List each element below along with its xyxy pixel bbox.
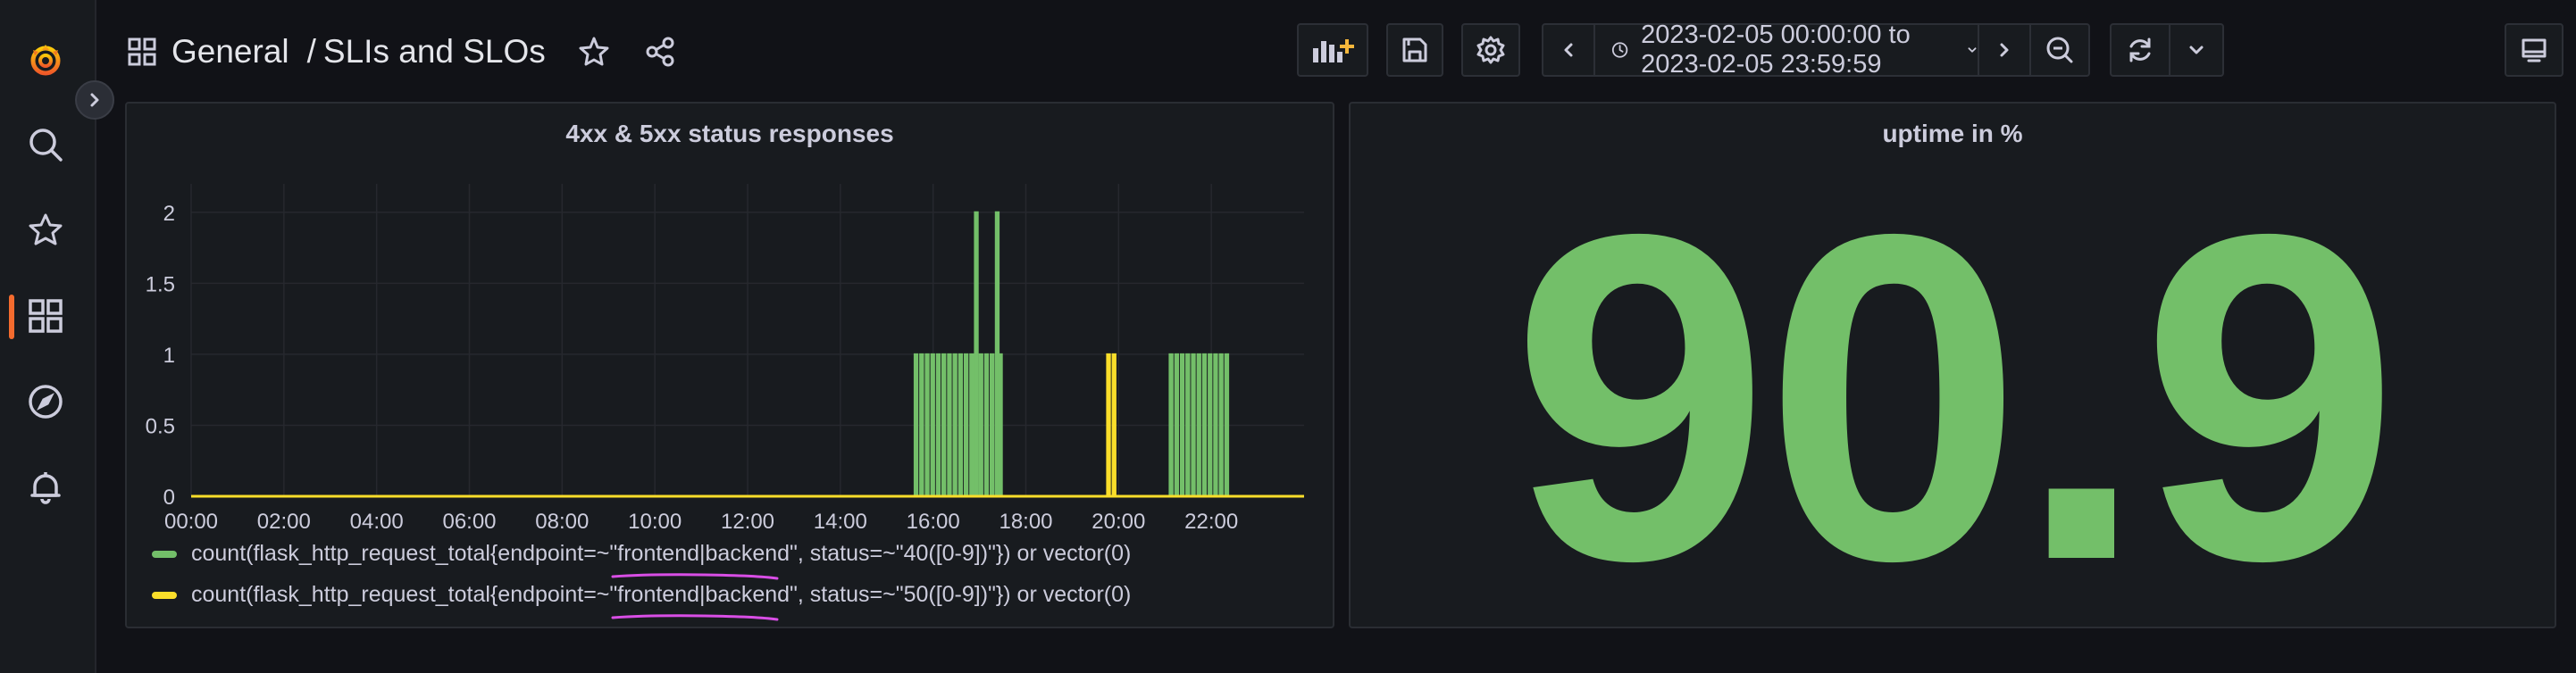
dashboard-settings-button[interactable] xyxy=(1461,23,1520,77)
y-tick-label: 0 xyxy=(163,486,175,510)
x-tick-label: 10:00 xyxy=(628,510,682,534)
y-tick-label: 1 xyxy=(163,344,175,368)
save-dashboard-button[interactable] xyxy=(1386,23,1443,77)
legend-label: count(flask_http_request_total{endpoint=… xyxy=(191,582,1132,607)
expand-menu-button[interactable] xyxy=(75,80,114,120)
legend-item-5xx[interactable]: count(flask_http_request_total{endpoint=… xyxy=(152,582,1131,608)
clock-icon xyxy=(1611,42,1628,58)
folder-link[interactable]: General xyxy=(171,33,289,71)
refresh-icon xyxy=(2129,37,2151,62)
chevron-down-icon xyxy=(2189,46,2204,54)
y-tick-label: 2 xyxy=(163,202,175,226)
x-tick-label: 20:00 xyxy=(1091,510,1145,534)
monitor-icon xyxy=(2522,38,2547,62)
legend-swatch-yellow xyxy=(152,591,177,599)
x-tick-label: 02:00 xyxy=(257,510,311,534)
cycle-view-mode-button[interactable] xyxy=(2505,23,2563,77)
x-tick-label: 04:00 xyxy=(350,510,404,534)
zoom-out-button[interactable] xyxy=(2029,23,2090,77)
x-tick-label: 12:00 xyxy=(721,510,774,534)
x-tick-label: 06:00 xyxy=(442,510,496,534)
zoom-out-icon xyxy=(2046,37,2073,63)
x-tick-label: 16:00 xyxy=(907,510,960,534)
stat-value: 90.9 xyxy=(1510,138,2399,657)
legend-item-4xx[interactable]: count(flask_http_request_total{endpoint=… xyxy=(152,541,1131,567)
x-tick-label: 08:00 xyxy=(535,510,589,534)
series-4xx-line-burst xyxy=(913,353,975,497)
breadcrumb-separator: / xyxy=(306,33,316,70)
save-icon xyxy=(1402,37,1427,62)
y-tick-label: 0.5 xyxy=(146,414,175,438)
stat-panel[interactable]: uptime in % 90.9 xyxy=(1349,102,2556,657)
x-tick-label: 14:00 xyxy=(814,510,867,534)
series-4xx-line-burst xyxy=(998,353,1003,497)
add-panel-icon xyxy=(1313,39,1354,62)
explore-icon[interactable] xyxy=(21,377,71,427)
legend-swatch-green xyxy=(152,550,177,558)
time-shift-back-button[interactable] xyxy=(1542,23,1595,77)
x-tick-label: 00:00 xyxy=(164,510,218,534)
chevron-down-icon xyxy=(1968,47,1977,53)
timeseries-panel[interactable]: 4xx & 5xx status responses 0 0.5 1 1.5 2 00:0… xyxy=(125,102,1334,628)
share-icon[interactable] xyxy=(644,36,676,68)
time-range-picker[interactable]: 2023-02-05 00:00:00 to 2023-02-05 23:59:… xyxy=(1593,21,1979,79)
search-icon[interactable] xyxy=(21,120,71,170)
chevron-right-icon xyxy=(2000,43,2009,57)
refresh-interval-picker[interactable] xyxy=(2169,23,2224,77)
dashboard-navbar: General / SLIs and SLOs 2023-02-05 00:00… xyxy=(95,0,2576,100)
y-tick-label: 1.5 xyxy=(146,272,175,296)
series-4xx-line-burst xyxy=(978,353,996,497)
starred-icon[interactable] xyxy=(21,205,71,255)
grafana-logo-icon[interactable] xyxy=(21,34,71,84)
time-shift-forward-button[interactable] xyxy=(1978,23,2031,77)
panel-title[interactable]: 4xx & 5xx status responses xyxy=(127,120,1333,148)
legend-label: count(flask_http_request_total{endpoint=… xyxy=(191,541,1132,566)
x-tick-label: 22:00 xyxy=(1184,510,1238,534)
time-range-text: 2023-02-05 00:00:00 to 2023-02-05 23:59:… xyxy=(1641,21,1911,79)
dashboard-title[interactable]: SLIs and SLOs xyxy=(323,33,546,71)
gear-icon xyxy=(1476,36,1505,64)
dashboard-grid-icon xyxy=(128,37,156,66)
series-4xx-line-burst xyxy=(1168,353,1230,497)
active-indicator xyxy=(9,295,14,339)
alerting-bell-icon[interactable] xyxy=(21,462,71,512)
chevron-left-icon xyxy=(1564,43,1573,57)
x-tick-label: 18:00 xyxy=(999,510,1052,534)
timeseries-chart[interactable]: 0 0.5 1 1.5 2 00:00 02:00 04:00 06:00 08:00 10:00 1… xyxy=(127,166,1333,568)
breadcrumb: General / SLIs and SLOs xyxy=(127,27,676,77)
refresh-button[interactable] xyxy=(2110,23,2170,77)
dashboards-icon[interactable] xyxy=(21,291,71,341)
add-panel-button[interactable] xyxy=(1297,23,1368,77)
star-icon[interactable] xyxy=(578,36,610,68)
